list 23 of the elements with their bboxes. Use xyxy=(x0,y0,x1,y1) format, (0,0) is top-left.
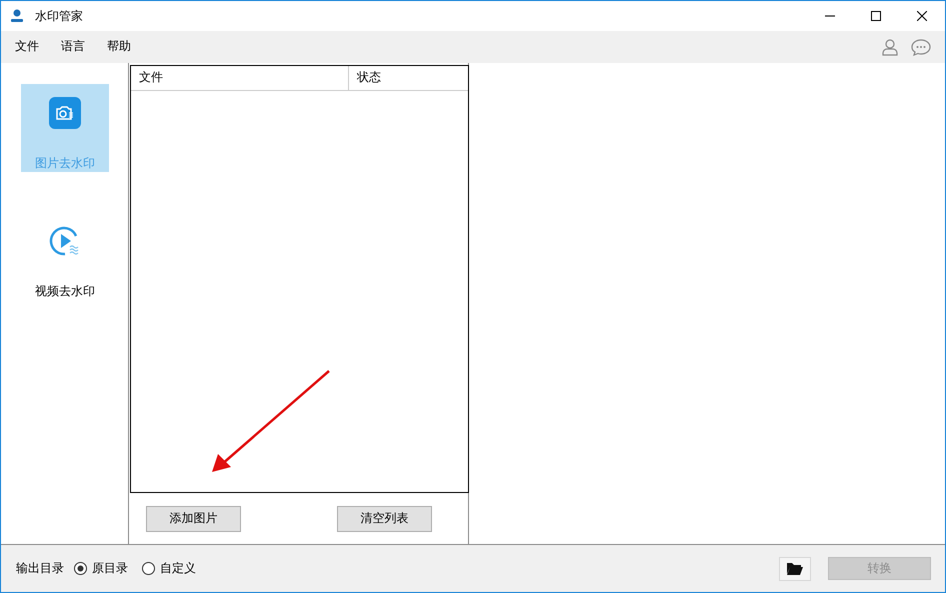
clear-button[interactable]: 清空列表 xyxy=(337,506,432,532)
window-title: 水印管家 xyxy=(35,8,83,24)
column-header[interactable]: 文件 xyxy=(131,66,348,90)
app-icon xyxy=(9,8,25,24)
folder-icon xyxy=(787,562,803,576)
maximize-icon xyxy=(871,11,881,21)
camera-icon xyxy=(49,96,81,129)
chat-icon[interactable] xyxy=(911,38,931,56)
radio-button[interactable] xyxy=(74,562,87,576)
menu-item[interactable]: 帮助 xyxy=(107,38,131,56)
play-icon xyxy=(49,224,81,257)
folder-button[interactable] xyxy=(779,556,811,581)
close-icon xyxy=(917,11,927,21)
add-button[interactable]: 添加图片 xyxy=(146,506,241,532)
user-icon[interactable] xyxy=(881,38,899,56)
radio-button[interactable] xyxy=(142,562,155,576)
radio-label[interactable]: 原目录 xyxy=(92,560,128,578)
column-header[interactable]: 状态 xyxy=(348,66,468,90)
radio-label[interactable]: 自定义 xyxy=(160,560,196,578)
menu-item[interactable]: 语言 xyxy=(61,38,85,56)
output-label: 输出目录 xyxy=(16,560,64,578)
menu-item[interactable]: 文件 xyxy=(15,38,39,56)
sidebar-item[interactable]: 视频去水印 xyxy=(21,212,109,300)
